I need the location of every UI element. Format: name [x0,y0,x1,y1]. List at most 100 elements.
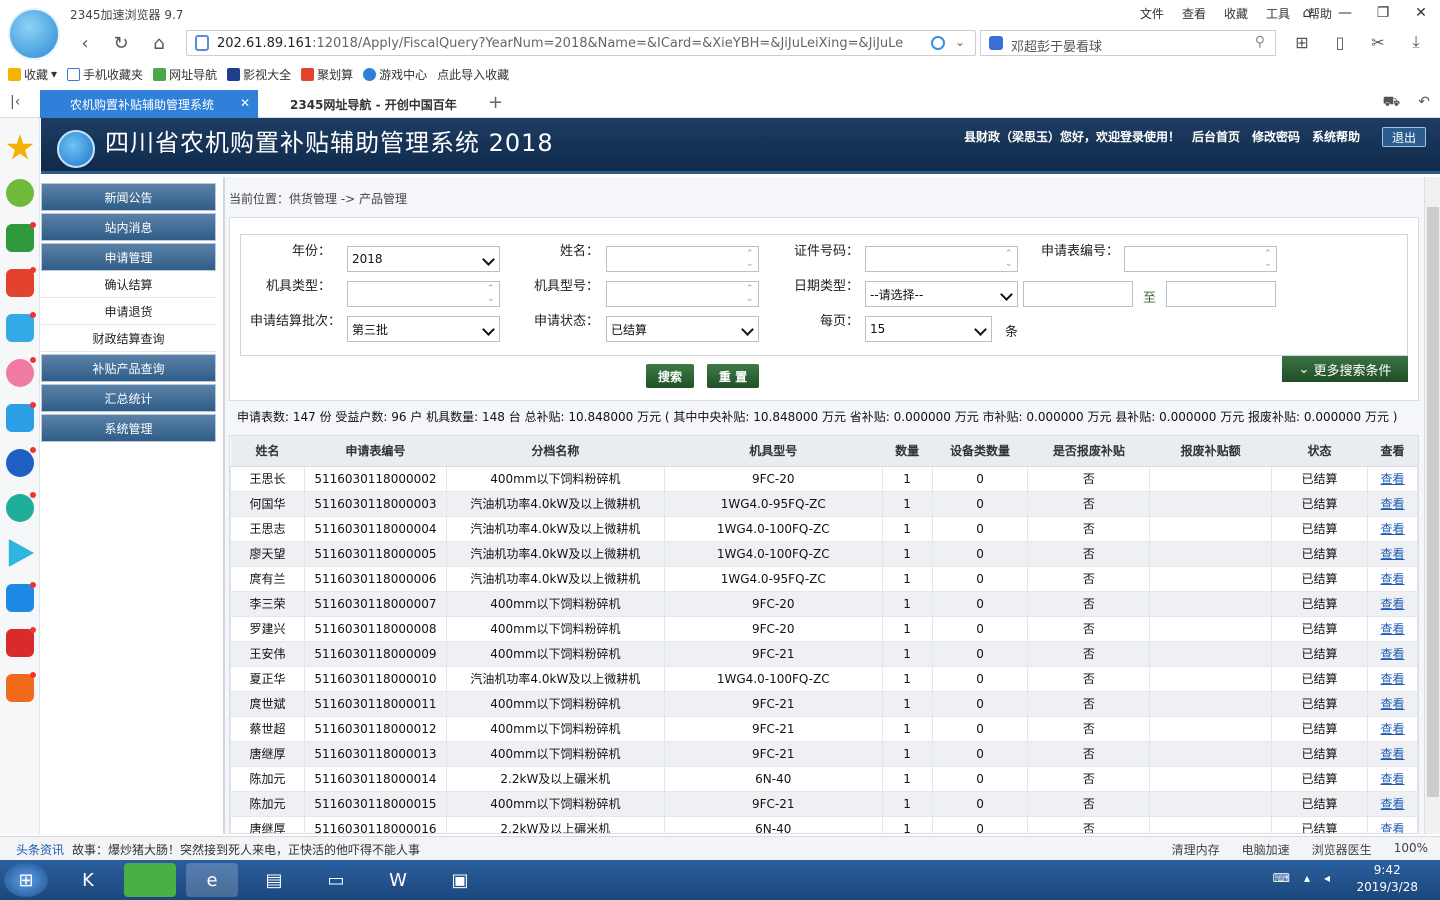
history-icon[interactable] [6,179,34,207]
status-select[interactable]: 已结算 [606,316,759,342]
bookmark-video[interactable]: 影视大全 [227,66,291,83]
datetype-select[interactable]: --请选择-- [865,281,1018,307]
menu-favorites[interactable]: 收藏 [1224,5,1248,22]
news-ticker[interactable]: 头条资讯 故事：爆炒猪大肠！突然接到死人来电，正快活的他吓得不能人事 [16,841,420,858]
menu-file[interactable]: 文件 [1140,5,1164,22]
menu-tools[interactable]: 工具 [1266,5,1290,22]
close-window-button[interactable]: ✕ [1402,0,1440,26]
sidebar-item-fiscal-query[interactable]: 财政结算查询 [41,326,216,352]
view-link[interactable]: 查看 [1366,740,1418,767]
play-icon[interactable] [8,539,34,567]
keyboard-icon[interactable]: ⌨ [1273,871,1290,885]
sidebar-item-news[interactable]: 新闻公告 [41,183,216,211]
refresh-icon[interactable]: ↻ [108,30,134,56]
bookmark-juhuasuan[interactable]: 聚划算 [301,66,353,83]
browser-doctor-button[interactable]: 浏览器医生 [1312,841,1372,858]
menu-view[interactable]: 查看 [1182,5,1206,22]
bag-icon[interactable]: ⛟ [1383,94,1401,112]
pc-speedup-button[interactable]: 电脑加速 [1242,841,1290,858]
view-link[interactable]: 查看 [1366,665,1418,692]
perpage-select[interactable]: 15 [865,316,992,342]
search-input[interactable]: 邓超彭于晏看球 [1011,36,1102,55]
view-link[interactable]: 查看 [1366,490,1418,517]
melon-icon[interactable] [6,222,36,252]
taskbar-word-icon[interactable]: W [372,863,424,897]
weather-icon[interactable] [6,312,36,342]
view-link[interactable]: 查看 [1366,790,1418,817]
address-bar[interactable]: 202.61.89.161:12018/Apply/FiscalQuery?Ye… [186,30,976,56]
url-text[interactable]: 202.61.89.161:12018/Apply/FiscalQuery?Ye… [217,36,907,51]
reader-icon[interactable]: ▯ [1330,30,1350,54]
bookmark-import[interactable]: 点此导入收藏 [437,66,509,83]
change-password-link[interactable]: 修改密码 [1252,128,1300,145]
view-link[interactable]: 查看 [1366,540,1418,567]
start-button[interactable]: ⊞ [4,863,48,897]
reset-button[interactable]: 重 置 [707,364,759,388]
sidebar-item-confirm-settle[interactable]: 确认结算 [41,272,216,298]
favorites-star-icon[interactable] [6,134,34,160]
taskbar-folder-icon[interactable]: ▭ [310,863,362,897]
batch-select[interactable]: 第三批 [347,316,500,342]
minimize-button[interactable]: — [1326,0,1364,26]
logout-button[interactable]: 退出 [1382,127,1426,147]
view-link[interactable]: 查看 [1366,590,1418,617]
bookmark-mobile[interactable]: 手机收藏夹 [67,66,143,83]
date-to-input[interactable] [1166,281,1276,307]
view-link[interactable]: 查看 [1366,515,1418,542]
clean-memory-button[interactable]: 清理内存 [1172,841,1220,858]
tab-2345-nav[interactable]: 2345网址导航 - 开创中国百年 [262,90,474,118]
view-link[interactable]: 查看 [1366,815,1418,833]
scissors-icon[interactable]: ✂ [1368,30,1388,54]
view-link[interactable]: 查看 [1366,690,1418,717]
view-link[interactable]: 查看 [1366,640,1418,667]
back-icon[interactable]: ‹ [72,30,98,56]
new-tab-button[interactable]: + [488,92,503,113]
sidebar-item-product-query[interactable]: 补贴产品查询 [41,354,216,382]
undo-icon[interactable]: ↶ [1418,94,1430,112]
help-link[interactable]: 系统帮助 [1312,128,1360,145]
sidebar-toggle-icon[interactable]: |‹ [10,94,20,110]
home-link[interactable]: 后台首页 [1192,128,1240,145]
zoom-level[interactable]: 100% [1394,841,1428,858]
idcard-input[interactable] [865,246,1018,272]
ie-engine-icon[interactable] [931,36,945,50]
year-select[interactable]: 2018 [347,246,500,272]
download-icon[interactable]: ⤓ [1406,30,1426,54]
bookmark-favorites[interactable]: 收藏 ▾ [8,66,57,83]
jd-icon[interactable] [6,627,36,657]
view-link[interactable]: 查看 [1366,465,1418,492]
view-link[interactable]: 查看 [1366,565,1418,592]
machtype-input[interactable] [347,281,500,307]
appno-input[interactable] [1124,246,1277,272]
taskbar-iqiyi-icon[interactable] [124,863,176,897]
view-link[interactable]: 查看 [1366,715,1418,742]
taskbar-pdf-icon[interactable]: ▣ [434,863,486,897]
news-text[interactable]: 故事：爆炒猪大肠！突然接到死人来电，正快活的他吓得不能人事 [72,841,420,858]
taskbar-browser-icon[interactable]: e [186,863,238,897]
weibo-icon[interactable] [6,267,36,297]
date-from-input[interactable] [1023,281,1133,307]
view-link[interactable]: 查看 [1366,765,1418,792]
calendar-icon[interactable] [6,402,36,432]
search-box[interactable]: 邓超彭于晏看球 ⚲ [980,30,1276,56]
home-icon[interactable]: ⌂ [146,30,172,56]
sidebar-item-return[interactable]: 申请退货 [41,299,216,325]
volume-icon[interactable]: ◂ [1324,871,1330,885]
sidebar-item-apply-manage[interactable]: 申请管理 [41,243,216,271]
search-button[interactable]: 搜索 [646,364,694,388]
maximize-button[interactable]: ❐ [1364,0,1402,26]
food-icon[interactable] [6,492,36,522]
chevron-down-icon[interactable]: ⌄ [955,35,965,49]
scrollbar-thumb[interactable] [1427,207,1439,797]
network-icon[interactable]: ▴ [1304,871,1310,885]
sidebar-item-stats[interactable]: 汇总统计 [41,384,216,412]
taskbar-app-k-icon[interactable]: K [62,863,114,897]
compass-icon[interactable] [6,447,36,477]
bookmark-games[interactable]: 游戏中心 [363,66,427,83]
bookmark-nav[interactable]: 网址导航 [153,66,217,83]
apps-icon[interactable]: ⊞ [1292,30,1312,54]
model-input[interactable] [606,281,759,307]
news-app-icon[interactable] [6,672,36,702]
tab-subsidy-system[interactable]: 农机购置补贴辅助管理系统 ✕ [40,90,258,118]
view-link[interactable]: 查看 [1366,615,1418,642]
